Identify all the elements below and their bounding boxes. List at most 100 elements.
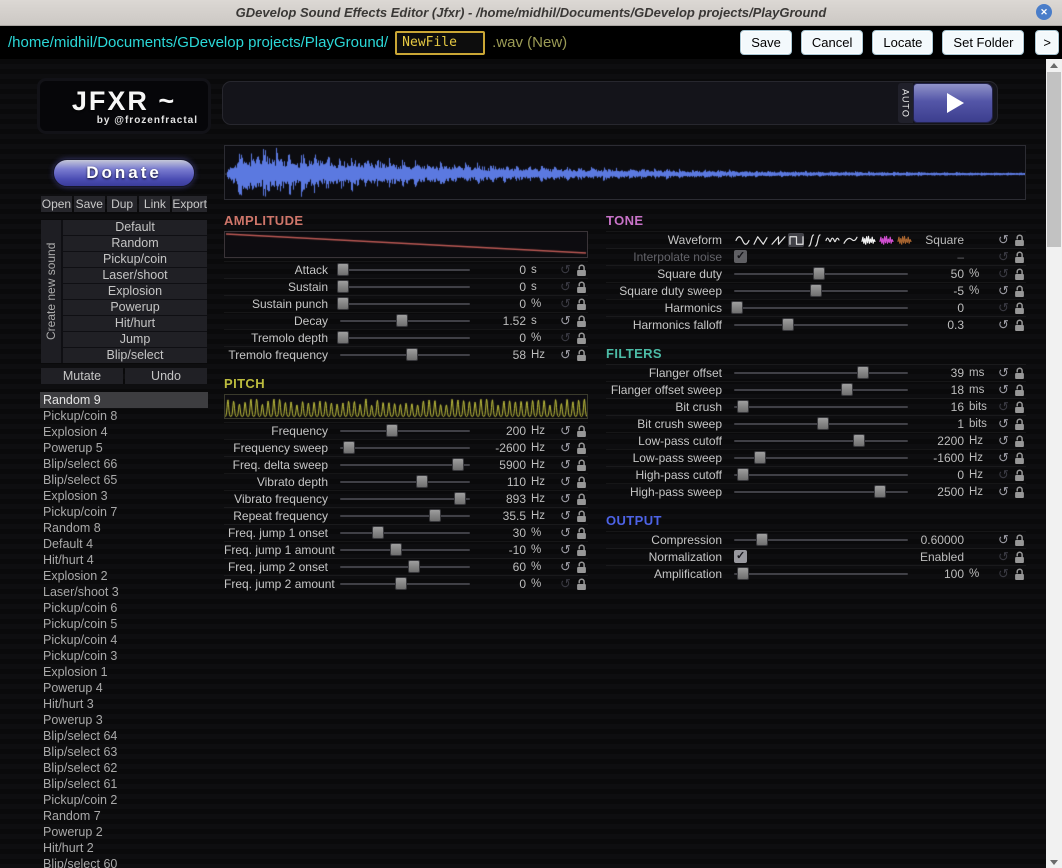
fileop-dup-button[interactable]: Dup — [107, 196, 138, 212]
list-item[interactable]: Blip/select 66 — [40, 456, 208, 472]
unlock-icon[interactable] — [574, 315, 588, 328]
unlock-icon[interactable] — [574, 442, 588, 455]
cancel-button[interactable]: Cancel — [801, 30, 863, 55]
list-item[interactable]: Hit/hurt 4 — [40, 552, 208, 568]
unlock-icon[interactable] — [1012, 302, 1026, 315]
reset-icon[interactable]: ↺ — [557, 525, 574, 541]
slider-track[interactable] — [734, 423, 908, 425]
donate-button[interactable]: Donate — [53, 159, 195, 187]
slider-track[interactable] — [340, 464, 470, 466]
unlock-icon[interactable] — [574, 561, 588, 574]
reset-icon[interactable]: ↺ — [557, 559, 574, 575]
reset-icon[interactable]: ↺ — [557, 296, 574, 312]
waveform-pink-noise-icon[interactable] — [878, 233, 894, 247]
slider-track[interactable] — [340, 549, 470, 551]
slider-track[interactable] — [734, 372, 908, 374]
slider-track[interactable] — [734, 440, 908, 442]
slider-handle[interactable] — [841, 383, 853, 396]
slider-handle[interactable] — [396, 314, 408, 327]
slider-handle[interactable] — [782, 318, 794, 331]
preset-jump-button[interactable]: Jump — [63, 332, 207, 347]
slider-track[interactable] — [340, 320, 470, 322]
reset-icon[interactable]: ↺ — [557, 457, 574, 473]
list-item[interactable]: Blip/select 61 — [40, 776, 208, 792]
slider-track[interactable] — [340, 303, 470, 305]
slider-track[interactable] — [340, 354, 470, 356]
preset-laser-shoot-button[interactable]: Laser/shoot — [63, 268, 207, 283]
unlock-icon[interactable] — [1012, 319, 1026, 332]
reset-icon[interactable]: ↺ — [557, 576, 574, 592]
slider-handle[interactable] — [731, 301, 743, 314]
slider-track[interactable] — [340, 481, 470, 483]
checkbox[interactable] — [734, 550, 747, 563]
reset-icon[interactable]: ↺ — [557, 508, 574, 524]
slider-handle[interactable] — [853, 434, 865, 447]
reset-icon[interactable]: ↺ — [995, 532, 1012, 548]
unlock-icon[interactable] — [574, 264, 588, 277]
slider-track[interactable] — [340, 566, 470, 568]
mutate-button[interactable]: Mutate — [41, 368, 123, 384]
list-item[interactable]: Random 7 — [40, 808, 208, 824]
scrollbar-thumb[interactable] — [1047, 72, 1061, 247]
close-icon[interactable] — [1036, 4, 1052, 20]
unlock-icon[interactable] — [574, 527, 588, 540]
slider-track[interactable] — [734, 491, 908, 493]
more-button[interactable]: > — [1035, 30, 1059, 55]
reset-icon[interactable]: ↺ — [557, 474, 574, 490]
waveform-breaker-icon[interactable] — [842, 233, 858, 247]
reset-icon[interactable]: ↺ — [557, 262, 574, 278]
waveform-sine-icon[interactable] — [734, 233, 750, 247]
slider-handle[interactable] — [429, 509, 441, 522]
list-item[interactable]: Powerup 5 — [40, 440, 208, 456]
slider-track[interactable] — [340, 286, 470, 288]
reset-icon[interactable]: ↺ — [557, 542, 574, 558]
reset-icon[interactable]: ↺ — [557, 347, 574, 363]
slider-handle[interactable] — [416, 475, 428, 488]
unlock-icon[interactable] — [574, 459, 588, 472]
unlock-icon[interactable] — [1012, 469, 1026, 482]
slider-handle[interactable] — [408, 560, 420, 573]
unlock-icon[interactable] — [574, 425, 588, 438]
list-item[interactable]: Blip/select 62 — [40, 760, 208, 776]
list-item[interactable]: Pickup/coin 8 — [40, 408, 208, 424]
list-item[interactable]: Explosion 1 — [40, 664, 208, 680]
unlock-icon[interactable] — [1012, 568, 1026, 581]
slider-track[interactable] — [734, 539, 908, 541]
reset-icon[interactable]: ↺ — [995, 283, 1012, 299]
slider-handle[interactable] — [857, 366, 869, 379]
slider-track[interactable] — [734, 307, 908, 309]
reset-icon[interactable]: ↺ — [995, 433, 1012, 449]
unlock-icon[interactable] — [1012, 534, 1026, 547]
slider-handle[interactable] — [813, 267, 825, 280]
slider-handle[interactable] — [372, 526, 384, 539]
list-item[interactable]: Hit/hurt 2 — [40, 840, 208, 856]
checkbox[interactable] — [734, 250, 747, 263]
list-item[interactable]: Powerup 2 — [40, 824, 208, 840]
locate-button[interactable]: Locate — [872, 30, 933, 55]
unlock-icon[interactable] — [1012, 268, 1026, 281]
slider-handle[interactable] — [737, 400, 749, 413]
list-item[interactable]: Random 9 — [40, 392, 208, 408]
slider-track[interactable] — [340, 430, 470, 432]
slider-handle[interactable] — [874, 485, 886, 498]
unlock-icon[interactable] — [574, 510, 588, 523]
reset-icon[interactable]: ↺ — [557, 330, 574, 346]
list-item[interactable]: Laser/shoot 3 — [40, 584, 208, 600]
slider-handle[interactable] — [737, 567, 749, 580]
slider-track[interactable] — [340, 532, 470, 534]
unlock-icon[interactable] — [1012, 285, 1026, 298]
unlock-icon[interactable] — [1012, 401, 1026, 414]
unlock-icon[interactable] — [574, 476, 588, 489]
unlock-icon[interactable] — [574, 493, 588, 506]
reset-icon[interactable]: ↺ — [995, 484, 1012, 500]
unlock-icon[interactable] — [1012, 418, 1026, 431]
slider-handle[interactable] — [454, 492, 466, 505]
preset-hit-hurt-button[interactable]: Hit/hurt — [63, 316, 207, 331]
unlock-icon[interactable] — [1012, 384, 1026, 397]
list-item[interactable]: Pickup/coin 3 — [40, 648, 208, 664]
unlock-icon[interactable] — [1012, 367, 1026, 380]
slider-handle[interactable] — [756, 533, 768, 546]
list-item[interactable]: Default 4 — [40, 536, 208, 552]
preset-random-button[interactable]: Random — [63, 236, 207, 251]
list-item[interactable]: Pickup/coin 5 — [40, 616, 208, 632]
